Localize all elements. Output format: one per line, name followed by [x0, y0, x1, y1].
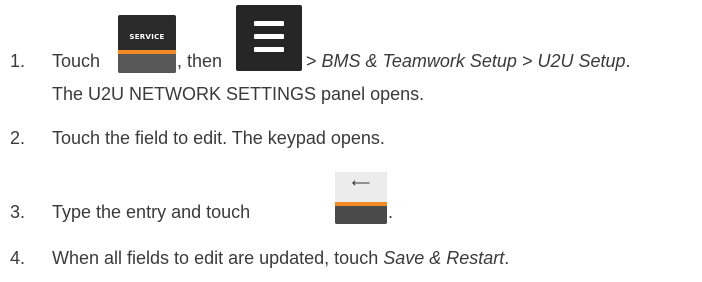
step-text: .	[388, 202, 394, 222]
step-text: When all fields to edit are updated, tou…	[52, 248, 509, 269]
step-text-part: .	[504, 248, 510, 268]
step-text: Touch	[52, 51, 100, 72]
icon-base	[335, 206, 387, 224]
menu-line	[254, 47, 284, 52]
step-number: 1.	[10, 51, 26, 71]
step-text: , then	[177, 51, 223, 71]
service-button-icon: SERVICE	[118, 15, 176, 73]
menu-path: BMS & Teamwork Setup > U2U Setup	[321, 51, 626, 71]
hamburger-menu-icon	[236, 5, 302, 71]
service-label: SERVICE	[129, 33, 165, 41]
menu-line	[254, 34, 284, 39]
step-text-part: When all fields to edit are updated, tou…	[52, 248, 384, 268]
step-text-part: Touch	[52, 51, 101, 71]
step-text-part: >	[306, 51, 322, 71]
step-text: > BMS & Teamwork Setup > U2U Setup.	[306, 51, 631, 72]
step-text-part: .	[625, 51, 631, 71]
icon-base	[118, 54, 176, 73]
step-result: The U2U NETWORK SETTINGS panel opens.	[52, 84, 425, 104]
enter-arrow-icon: ⟵	[351, 176, 371, 191]
step-number: 2.	[10, 128, 26, 148]
step-text: Touch the field to edit. The keypad open…	[52, 128, 385, 148]
step-number: 3.	[10, 202, 26, 222]
enter-key-icon: ⟵	[335, 172, 387, 224]
step-text: Type the entry and touch	[52, 202, 251, 222]
step-number: 4.	[10, 248, 26, 268]
menu-line	[254, 21, 284, 26]
save-restart-label: Save & Restart	[383, 248, 505, 268]
